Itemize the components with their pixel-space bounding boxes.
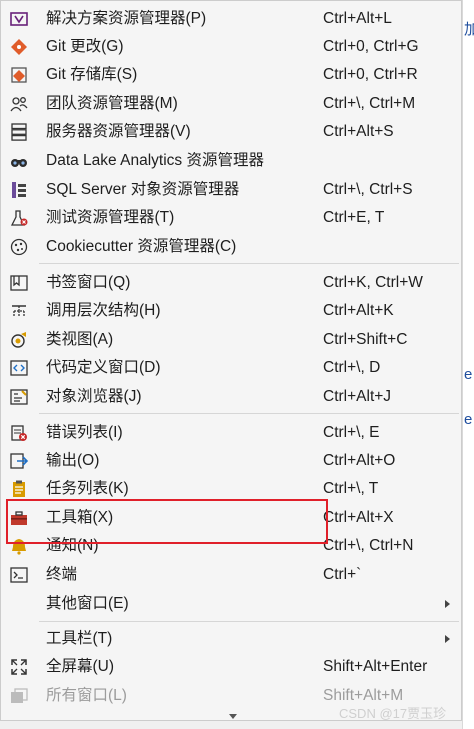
full-screen-icon — [11, 659, 27, 675]
object-browser-icon — [10, 389, 28, 405]
menu-item-shortcut: Ctrl+Alt+J — [323, 388, 392, 405]
menu-item-label: 服务器资源管理器(V) — [46, 123, 191, 140]
menu-item-label: 书签窗口(Q) — [46, 274, 131, 291]
git-repository-icon — [11, 67, 27, 83]
menu-item-team-explorer[interactable]: 团队资源管理器(M) Ctrl+\, Ctrl+M — [1, 90, 461, 118]
sql-server-explorer-icon — [12, 182, 26, 198]
menu-item-label: 全屏幕(U) — [46, 658, 115, 675]
background-glyph: 加 — [464, 21, 474, 38]
menu-item-shortcut: Ctrl+\, E — [323, 424, 380, 441]
menu-item-class-view[interactable]: 类视图(A) Ctrl+Shift+C — [1, 326, 461, 354]
menu-item-label: 代码定义窗口(D) — [46, 359, 161, 376]
menu-item-shortcut: Ctrl+E, T — [323, 209, 385, 226]
menu-item-shortcut: Ctrl+` — [323, 566, 362, 583]
task-list-icon — [13, 480, 25, 497]
menu-item-toolbars[interactable]: 工具栏(T) — [1, 625, 461, 653]
menu-item-label: Cookiecutter 资源管理器(C) — [46, 238, 237, 255]
menu-separator — [39, 621, 459, 622]
menu-item-git-repository[interactable]: Git 存储库(S) Ctrl+0, Ctrl+R — [1, 61, 461, 89]
menu-item-label: 类视图(A) — [46, 331, 114, 348]
menu-item-server-explorer[interactable]: 服务器资源管理器(V) Ctrl+Alt+S — [1, 118, 461, 146]
menu-item-error-list[interactable]: 错误列表(I) Ctrl+\, E — [1, 419, 461, 447]
menu-item-shortcut: Ctrl+\, Ctrl+M — [323, 95, 416, 112]
watermark: CSDN @17贾玉珍 — [339, 706, 447, 721]
menu-item-label: 输出(O) — [46, 452, 100, 469]
menu-item-shortcut: Ctrl+\, Ctrl+S — [323, 181, 413, 198]
menu-separator — [39, 413, 459, 414]
test-explorer-icon — [10, 210, 28, 226]
menu-item-shortcut: Ctrl+\, T — [323, 480, 379, 497]
menu-item-shortcut: Ctrl+Alt+S — [323, 123, 394, 140]
menu-item-label: Data Lake Analytics 资源管理器 — [46, 152, 264, 169]
menu-item-label: 终端 — [46, 566, 78, 583]
git-changes-icon — [11, 39, 27, 55]
menu-item-solution-explorer[interactable]: 解决方案资源管理器(P) Ctrl+Alt+L — [1, 5, 461, 33]
view-menu: 解决方案资源管理器(P) Ctrl+Alt+L Git 更改(G) Ctrl+0… — [0, 0, 462, 721]
error-list-icon — [11, 425, 27, 441]
menu-item-test-explorer[interactable]: 测试资源管理器(T) Ctrl+E, T — [1, 204, 461, 232]
menu-item-label: 对象浏览器(J) — [46, 388, 142, 405]
menu-item-shortcut: Ctrl+Alt+X — [323, 509, 394, 526]
menu-item-label: 工具栏(T) — [46, 630, 113, 647]
all-windows-icon — [11, 688, 28, 703]
menu-item-shortcut: Ctrl+0, Ctrl+G — [323, 38, 419, 55]
menu-item-git-changes[interactable]: Git 更改(G) Ctrl+0, Ctrl+G — [1, 33, 461, 61]
menu-item-shortcut: Ctrl+0, Ctrl+R — [323, 66, 418, 83]
menu-item-shortcut: Ctrl+Alt+K — [323, 302, 394, 319]
menu-item-label: SQL Server 对象资源管理器 — [46, 181, 240, 198]
menu-item-label: 团队资源管理器(M) — [46, 95, 178, 112]
menu-item-data-lake-explorer[interactable]: Data Lake Analytics 资源管理器 — [1, 147, 461, 175]
menu-item-object-browser[interactable]: 对象浏览器(J) Ctrl+Alt+J — [1, 383, 461, 411]
terminal-icon — [10, 567, 28, 583]
background-editor-strip: 加 e e — [462, 0, 474, 729]
team-explorer-icon — [10, 97, 28, 112]
menu-item-label: 其他窗口(E) — [46, 595, 129, 612]
submenu-arrow-icon — [445, 600, 450, 608]
menu-item-shortcut: Ctrl+K, Ctrl+W — [323, 274, 423, 291]
menu-item-shortcut: Ctrl+\, D — [323, 359, 381, 376]
toolbox-highlight-box — [6, 499, 328, 544]
menu-item-label: Git 存储库(S) — [46, 66, 138, 83]
server-explorer-icon — [11, 123, 27, 141]
background-glyph: e — [464, 366, 473, 383]
menu-item-cookiecutter-explorer[interactable]: Cookiecutter 资源管理器(C) — [1, 233, 461, 261]
menu-item-terminal[interactable]: 终端 Ctrl+` — [1, 561, 461, 589]
code-definition-icon — [10, 360, 28, 376]
binoculars-icon — [11, 159, 27, 167]
background-glyph: e — [464, 411, 473, 428]
menu-item-call-hierarchy[interactable]: 调用层次结构(H) Ctrl+Alt+K — [1, 297, 461, 325]
scroll-down-icon[interactable] — [229, 714, 237, 719]
class-view-icon — [11, 332, 26, 348]
menu-item-code-definition-window[interactable]: 代码定义窗口(D) Ctrl+\, D — [1, 354, 461, 382]
menu-item-output[interactable]: 输出(O) Ctrl+Alt+O — [1, 447, 461, 475]
menu-item-shortcut: Ctrl+Alt+O — [323, 452, 396, 469]
bookmark-icon — [10, 275, 28, 291]
cookiecutter-icon — [10, 238, 28, 256]
menu-item-shortcut: Ctrl+Alt+L — [323, 10, 392, 27]
menu-item-sql-server-explorer[interactable]: SQL Server 对象资源管理器 Ctrl+\, Ctrl+S — [1, 176, 461, 204]
call-hierarchy-icon — [12, 305, 26, 316]
menu-separator — [39, 263, 459, 264]
menu-item-shortcut: Ctrl+Shift+C — [323, 331, 408, 348]
menu-item-label: 调用层次结构(H) — [46, 302, 161, 319]
solution-explorer-icon — [10, 12, 28, 26]
output-icon — [10, 453, 29, 469]
menu-item-label: 错误列表(I) — [46, 424, 123, 441]
menu-item-other-windows[interactable]: 其他窗口(E) — [1, 590, 461, 618]
menu-item-label: 测试资源管理器(T) — [46, 209, 175, 226]
menu-item-label: 解决方案资源管理器(P) — [46, 10, 207, 27]
menu-item-label: Git 更改(G) — [46, 38, 124, 55]
submenu-arrow-icon — [445, 635, 450, 643]
menu-item-bookmark-window[interactable]: 书签窗口(Q) Ctrl+K, Ctrl+W — [1, 269, 461, 297]
menu-item-full-screen[interactable]: 全屏幕(U) Shift+Alt+Enter — [1, 653, 461, 681]
menu-item-label: 所有窗口(L) — [46, 687, 127, 704]
menu-item-shortcut: Ctrl+\, Ctrl+N — [323, 537, 414, 554]
menu-item-shortcut: Shift+Alt+Enter — [323, 658, 428, 675]
